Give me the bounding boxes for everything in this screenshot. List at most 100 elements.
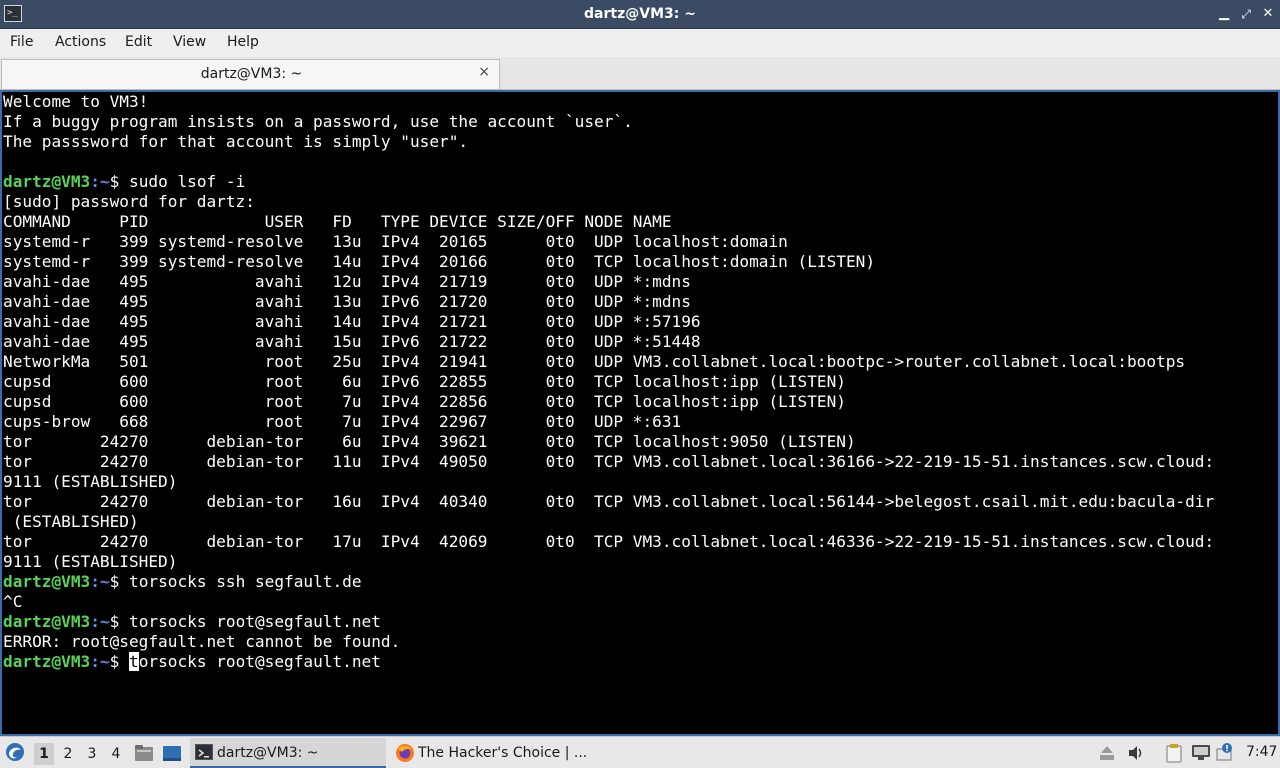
terminal-output-line: (ESTABLISHED) [3, 512, 1214, 532]
terminal-area[interactable]: Welcome to VM3! If a buggy program insist… [0, 90, 1280, 736]
task-terminal[interactable]: dartz@VM3: ~ [190, 738, 386, 768]
terminal-output-line: avahi-dae 495 avahi 12u IPv4 21719 0t0 U… [3, 272, 1214, 292]
line-text: tor 24270 debian-tor 17u IPv4 42069 0t0 … [3, 532, 1215, 551]
terminal-output-line: [sudo] password for dartz: [3, 192, 1214, 212]
terminal-output-line: systemd-r 399 systemd-resolve 13u IPv4 2… [3, 232, 1214, 252]
line-text: The passsword for that account is simply… [3, 132, 469, 151]
terminal-output-line: tor 24270 debian-tor 6u IPv4 39621 0t0 T… [3, 432, 1214, 452]
firefox-icon [395, 743, 415, 763]
workspace-3[interactable]: 3 [82, 743, 102, 765]
terminal-output-line: The passsword for that account is simply… [3, 132, 1214, 152]
terminal-icon [195, 744, 213, 760]
line-text: Welcome to VM3! [3, 92, 149, 111]
text-cursor: t [129, 652, 139, 671]
tab-terminal[interactable]: dartz@VM3: ~ × [1, 59, 500, 89]
prompt-symbol: $ [109, 572, 129, 591]
workspace-1[interactable]: 1 [34, 743, 54, 765]
prompt-symbol: $ [109, 172, 129, 191]
terminal-output-line: tor 24270 debian-tor 16u IPv4 40340 0t0 … [3, 492, 1214, 512]
terminal-output-line: COMMAND PID USER FD TYPE DEVICE SIZE/OFF… [3, 212, 1214, 232]
terminal-output-line: cupsd 600 root 6u IPv6 22855 0t0 TCP loc… [3, 372, 1214, 392]
line-text: torsocks root@segfault.net [129, 612, 381, 631]
line-text: tor 24270 debian-tor 11u IPv4 49050 0t0 … [3, 452, 1215, 471]
line-text: cupsd 600 root 7u IPv4 22856 0t0 TCP loc… [3, 392, 846, 411]
clipboard-icon[interactable] [1164, 743, 1184, 763]
prompt-path: :~ [90, 572, 110, 591]
taskbar: 1 2 3 4 dartz@VM3: ~ The Hacker's Choice [0, 736, 1280, 768]
line-text: 9111 (ESTABLISHED) [3, 472, 178, 491]
file-manager-icon[interactable] [134, 744, 154, 762]
clock[interactable]: 7:47 [1246, 744, 1277, 760]
terminal-output-line: Welcome to VM3! [3, 92, 1214, 112]
terminal-output-line: cups-brow 668 root 7u IPv4 22967 0t0 UDP… [3, 412, 1214, 432]
close-icon[interactable]: ✕ [1260, 5, 1276, 23]
terminal-output-line: 9111 (ESTABLISHED) [3, 552, 1214, 572]
menu-edit[interactable]: Edit [125, 34, 152, 50]
line-text: [sudo] password for dartz: [3, 192, 255, 211]
workspace-2[interactable]: 2 [58, 743, 78, 765]
prompt-user: dartz@VM3 [3, 572, 91, 591]
update-notifier-icon[interactable] [1215, 742, 1235, 762]
terminal-output-line: avahi-dae 495 avahi 15u IPv6 21722 0t0 U… [3, 332, 1214, 352]
task-firefox[interactable]: The Hacker's Choice | ... [392, 738, 592, 768]
line-text: avahi-dae 495 avahi 15u IPv6 21722 0t0 U… [3, 332, 701, 351]
terminal-output-line: tor 24270 debian-tor 17u IPv4 42069 0t0 … [3, 532, 1214, 552]
terminal-output-line: systemd-r 399 systemd-resolve 14u IPv4 2… [3, 252, 1214, 272]
window-titlebar[interactable]: >_ dartz@VM3: ~ ▁ ⤢ ✕ [0, 0, 1280, 29]
prompt-symbol: $ [109, 652, 129, 671]
terminal-output-line: If a buggy program insists on a password… [3, 112, 1214, 132]
terminal-output: Welcome to VM3! If a buggy program insist… [3, 92, 1214, 672]
volume-icon[interactable] [1127, 744, 1145, 762]
menu-bar: File Actions Edit View Help [0, 29, 1280, 57]
line-text: systemd-r 399 systemd-resolve 13u IPv4 2… [3, 232, 788, 251]
terminal-output-line: ERROR: root@segfault.net cannot be found… [3, 632, 1214, 652]
window-title: dartz@VM3: ~ [584, 6, 696, 22]
line-text: torsocks ssh segfault.de [129, 572, 362, 591]
terminal-output-line: ^C [3, 592, 1214, 612]
terminal-output-line: avahi-dae 495 avahi 14u IPv4 21721 0t0 U… [3, 312, 1214, 332]
line-text: cupsd 600 root 6u IPv6 22855 0t0 TCP loc… [3, 372, 846, 391]
task-label: The Hacker's Choice | ... [418, 745, 588, 761]
line-text: 9111 (ESTABLISHED) [3, 552, 178, 571]
tab-label: dartz@VM3: ~ [200, 66, 303, 82]
show-desktop-icon[interactable] [162, 745, 182, 762]
menu-help[interactable]: Help [227, 34, 259, 50]
prompt-path: :~ [90, 172, 110, 191]
minimize-icon[interactable]: ▁ [1216, 5, 1232, 23]
maximize-icon[interactable]: ⤢ [1238, 5, 1254, 23]
line-text: avahi-dae 495 avahi 13u IPv6 21720 0t0 U… [3, 292, 691, 311]
line-text: NetworkMa 501 root 25u IPv4 21941 0t0 UD… [3, 352, 1186, 371]
line-text: sudo lsof -i [129, 172, 246, 191]
prompt-user: dartz@VM3 [3, 172, 91, 191]
line-text: cups-brow 668 root 7u IPv4 22967 0t0 UDP… [3, 412, 682, 431]
prompt-path: :~ [90, 612, 110, 631]
line-text: tor 24270 debian-tor 6u IPv4 39621 0t0 T… [3, 432, 856, 451]
line-text: ^C [3, 592, 23, 611]
terminal-output-line: 9111 (ESTABLISHED) [3, 472, 1214, 492]
line-text: (ESTABLISHED) [3, 512, 139, 531]
terminal-output-line: avahi-dae 495 avahi 13u IPv6 21720 0t0 U… [3, 292, 1214, 312]
terminal-prompt-line: dartz@VM3:~$ torsocks ssh segfault.de [3, 572, 1214, 592]
task-label: dartz@VM3: ~ [217, 745, 319, 761]
line-text: If a buggy program insists on a password… [3, 112, 633, 131]
menu-view[interactable]: View [173, 34, 206, 50]
menu-actions[interactable]: Actions [55, 34, 106, 50]
prompt-symbol: $ [109, 612, 129, 631]
network-icon[interactable] [1191, 744, 1211, 762]
terminal-prompt-line: dartz@VM3:~$ torsocks root@segfault.net [3, 612, 1214, 632]
prompt-path: :~ [90, 652, 110, 671]
terminal-prompt-line: dartz@VM3:~$ torsocks root@segfault.net [3, 652, 1214, 672]
tab-close-icon[interactable]: × [478, 64, 490, 80]
workspace-4[interactable]: 4 [106, 743, 126, 765]
line-text: avahi-dae 495 avahi 12u IPv4 21719 0t0 U… [3, 272, 691, 291]
terminal-output-line: NetworkMa 501 root 25u IPv4 21941 0t0 UD… [3, 352, 1214, 372]
terminal-output-line: tor 24270 debian-tor 11u IPv4 49050 0t0 … [3, 452, 1214, 472]
removable-media-icon[interactable] [1099, 744, 1115, 762]
tab-bar: dartz@VM3: ~ × [0, 57, 1280, 90]
line-text: COMMAND PID USER FD TYPE DEVICE SIZE/OFF… [3, 212, 672, 231]
distro-logo-icon[interactable] [4, 741, 26, 763]
terminal-prompt-line: dartz@VM3:~$ sudo lsof -i [3, 172, 1214, 192]
menu-file[interactable]: File [10, 34, 33, 50]
line-text: ERROR: root@segfault.net cannot be found… [3, 632, 401, 651]
